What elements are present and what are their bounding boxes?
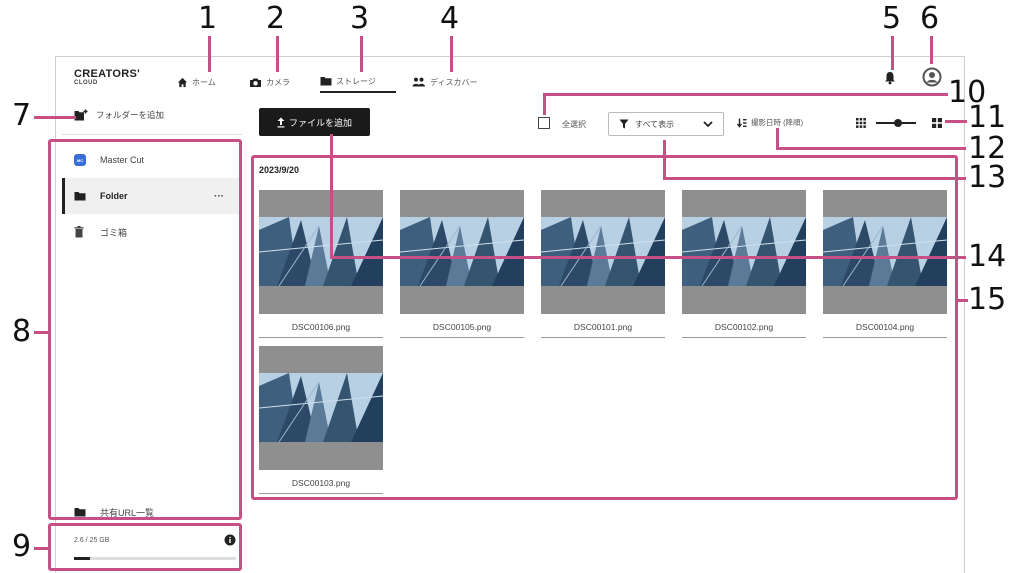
chevron-down-icon (703, 120, 713, 127)
folder-add-icon (74, 109, 88, 121)
callout-9: 9 (12, 529, 32, 564)
leader-1 (208, 36, 211, 72)
camera-icon (250, 78, 261, 87)
leader-13-h (663, 177, 966, 180)
leader-9 (34, 547, 48, 550)
leader-10-v (543, 93, 546, 115)
sort-icon (737, 118, 747, 128)
callout-8: 8 (12, 314, 32, 349)
callout-11: 11 (968, 100, 1007, 135)
select-all-label: 全選択 (562, 120, 586, 129)
callout-14: 14 (968, 239, 1007, 274)
callout-7: 7 (12, 98, 32, 133)
select-all-checkbox[interactable] (538, 117, 550, 129)
add-file-label: ファイルを追加 (288, 117, 352, 128)
bell-icon[interactable] (884, 71, 896, 85)
callout-box-sidebar (48, 139, 242, 520)
grid-small-icon[interactable] (856, 118, 866, 128)
leader-14-h (330, 256, 966, 259)
leader-14-v (330, 134, 333, 258)
callout-5: 5 (882, 1, 902, 36)
upload-icon (277, 117, 285, 127)
zoom-slider[interactable] (876, 119, 916, 127)
nav-home-label: ホーム (192, 77, 216, 87)
zoom-slider-thumb[interactable] (894, 119, 902, 127)
leader-8 (34, 331, 48, 334)
callout-13: 13 (968, 160, 1007, 195)
creators-cloud-logo[interactable]: CREATORS' CLOUD (74, 68, 141, 87)
leader-12-h (776, 147, 966, 150)
nav-discover[interactable]: ディスカバー (412, 71, 477, 93)
leader-5 (891, 36, 894, 70)
callout-2: 2 (266, 1, 286, 36)
filter-label: すべて表示 (635, 119, 675, 129)
callout-3: 3 (350, 1, 370, 36)
people-icon (412, 77, 425, 87)
add-file-button[interactable]: ファイルを追加 (259, 108, 370, 136)
callout-box-content (251, 155, 958, 500)
nav-storage-label: ストレージ (336, 76, 376, 86)
user-icon[interactable] (922, 67, 942, 87)
add-folder-button[interactable]: フォルダーを追加 (74, 105, 164, 125)
nav-camera-label: カメラ (266, 77, 290, 87)
callout-15: 15 (968, 282, 1007, 317)
nav-home[interactable]: ホーム (177, 71, 216, 93)
logo-line1: CREATORS' (74, 68, 141, 80)
leader-4 (450, 36, 453, 72)
callout-1: 1 (198, 1, 218, 36)
leader-7 (34, 116, 76, 119)
sort-control[interactable]: 撮影日時 (降順) (737, 117, 803, 128)
leader-3 (360, 36, 363, 72)
add-folder-label: フォルダーを追加 (96, 110, 165, 120)
sidebar-divider (62, 134, 242, 135)
leader-6 (930, 36, 933, 64)
leader-13-v (663, 140, 666, 178)
sort-label: 撮影日時 (降順) (751, 118, 804, 127)
logo-line2: CLOUD (74, 80, 98, 86)
leader-10-h (543, 93, 948, 96)
folder-icon (320, 77, 332, 86)
nav-camera[interactable]: カメラ (249, 71, 290, 93)
callout-box-storage (48, 523, 242, 571)
grid-large-icon[interactable] (932, 118, 942, 128)
home-icon (177, 77, 188, 87)
nav-storage[interactable]: ストレージ (320, 71, 396, 93)
leader-11 (945, 120, 967, 123)
leader-15 (958, 299, 968, 302)
callout-4: 4 (440, 1, 460, 36)
filter-icon (619, 119, 629, 129)
leader-12-v (776, 128, 779, 148)
nav-discover-label: ディスカバー (430, 77, 478, 87)
callout-6: 6 (920, 1, 940, 36)
filter-dropdown[interactable]: すべて表示 (608, 112, 724, 136)
leader-2 (276, 36, 279, 72)
